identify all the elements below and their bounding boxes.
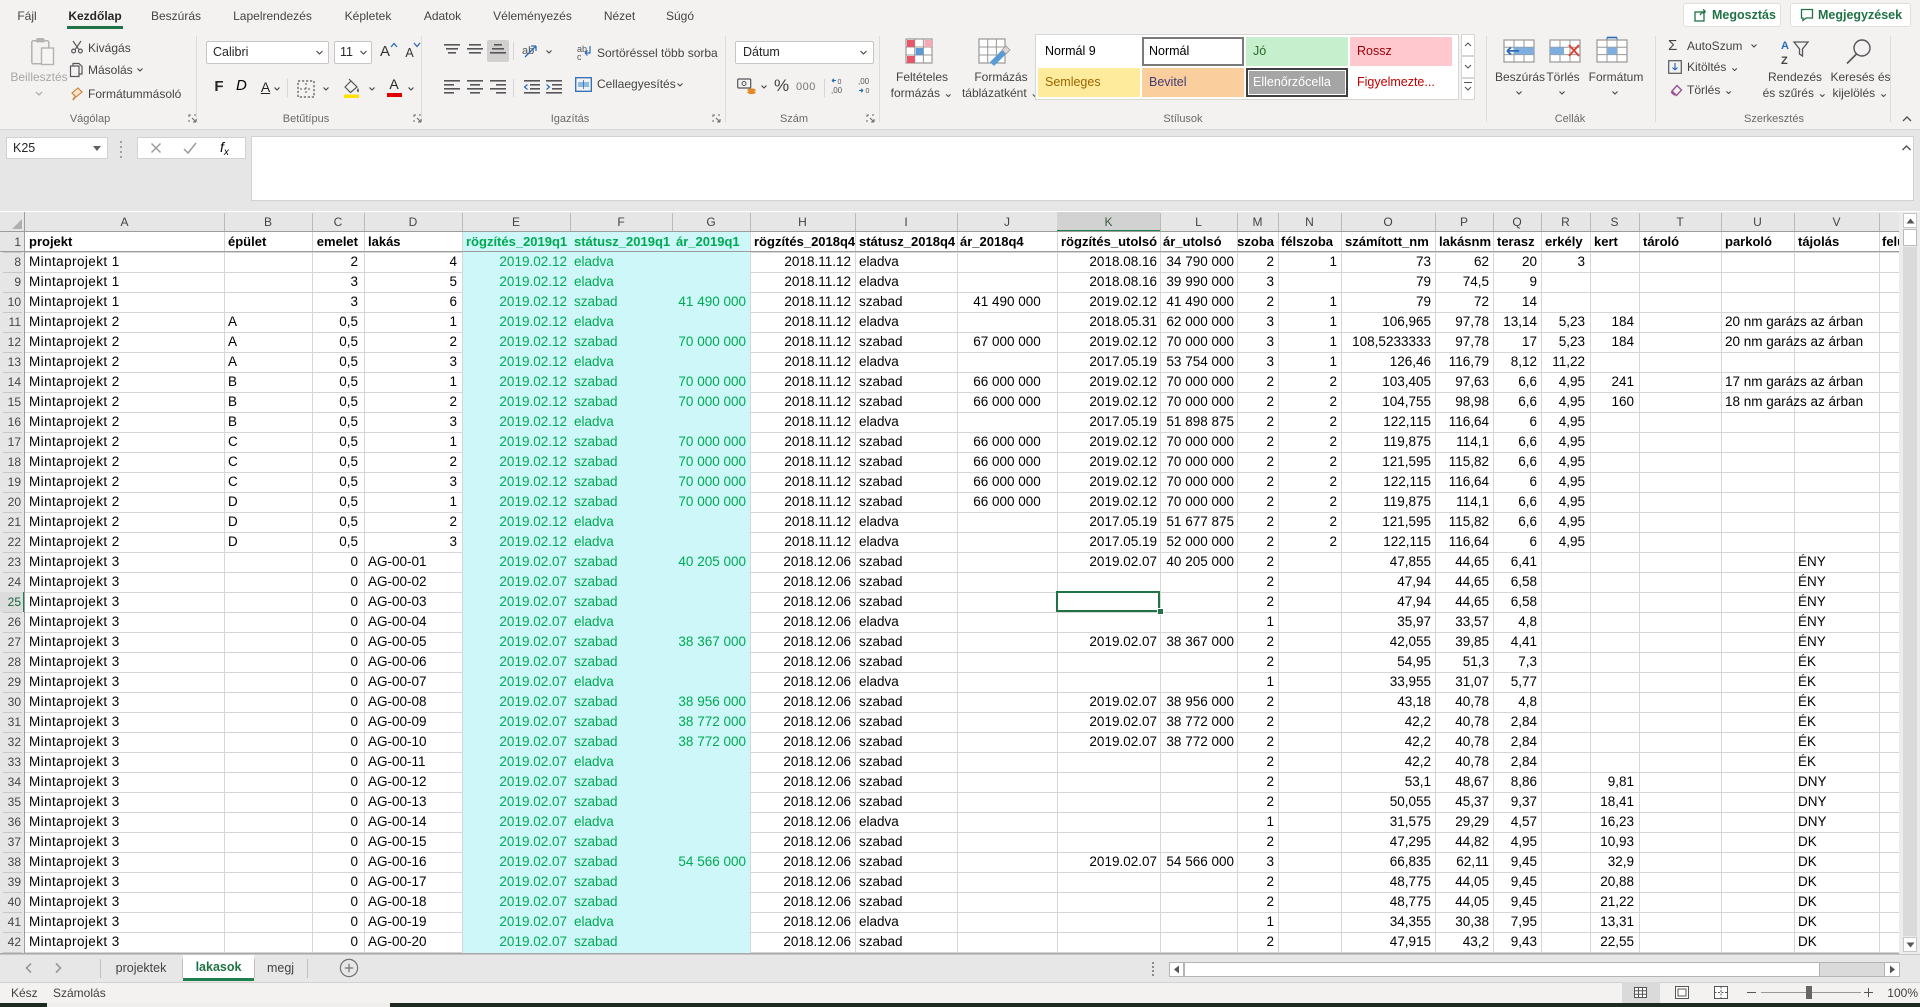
svg-text:,00: ,00 [858,77,870,86]
svg-text:ab: ab [522,45,534,57]
svg-text:0: 0 [866,88,870,95]
svg-text:Z: Z [1781,55,1788,67]
svg-text:0: 0 [838,79,842,86]
svg-text:c: c [577,52,582,62]
svg-text:A: A [1781,40,1789,52]
svg-text:,00: ,00 [831,86,843,95]
